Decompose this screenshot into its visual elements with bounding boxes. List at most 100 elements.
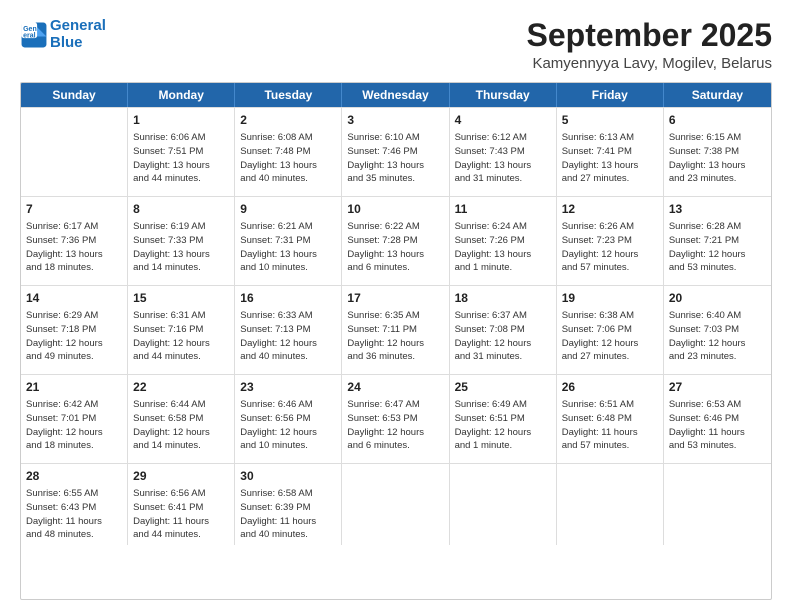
page: Gen eral General Blue September 2025 Kam… xyxy=(0,0,792,612)
day-cell-9: 9Sunrise: 6:21 AMSunset: 7:31 PMDaylight… xyxy=(235,197,342,285)
day-cell-19: 19 Sunrise: 6:38 AMSunset: 7:06 PMDayligh… xyxy=(557,286,664,374)
day-cell-27: 27 Sunrise: 6:53 AMSunset: 6:46 PMDayligh… xyxy=(664,375,771,463)
day-cell-15: 15 Sunrise: 6:31 AMSunset: 7:16 PMDayligh… xyxy=(128,286,235,374)
day-number: 11 xyxy=(455,201,551,218)
day-number: 29 xyxy=(133,468,229,485)
day-cell-16: 16 Sunrise: 6:33 AMSunset: 7:13 PMDayligh… xyxy=(235,286,342,374)
day-cell-3: 3 Sunrise: 6:10 AMSunset: 7:46 PMDaylight… xyxy=(342,108,449,196)
location-title: Kamyennyya Lavy, Mogilev, Belarus xyxy=(527,55,772,72)
day-number: 20 xyxy=(669,290,766,307)
day-number: 6 xyxy=(669,112,766,129)
day-cell-29: 29 Sunrise: 6:56 AMSunset: 6:41 PMDayligh… xyxy=(128,464,235,545)
day-number: 22 xyxy=(133,379,229,396)
cell-info: Sunrise: 6:15 AMSunset: 7:38 PMDaylight:… xyxy=(669,131,766,186)
cell-info: Sunrise: 6:56 AMSunset: 6:41 PMDaylight:… xyxy=(133,487,229,542)
day-cell-22: 22 Sunrise: 6:44 AMSunset: 6:58 PMDayligh… xyxy=(128,375,235,463)
day-number: 30 xyxy=(240,468,336,485)
cell-info: Sunrise: 6:10 AMSunset: 7:46 PMDaylight:… xyxy=(347,131,443,186)
empty-cell xyxy=(557,464,664,545)
day-cell-14: 14 Sunrise: 6:29 AMSunset: 7:18 PMDayligh… xyxy=(21,286,128,374)
cell-info: Sunrise: 6:35 AMSunset: 7:11 PMDaylight:… xyxy=(347,309,443,364)
title-block: September 2025 Kamyennyya Lavy, Mogilev,… xyxy=(527,18,772,72)
day-number: 18 xyxy=(455,290,551,307)
day-number: 28 xyxy=(26,468,122,485)
day-number: 8 xyxy=(133,201,229,218)
calendar: SundayMondayTuesdayWednesdayThursdayFrid… xyxy=(20,82,772,600)
day-number: 13 xyxy=(669,201,766,218)
cell-info: Sunrise: 6:06 AMSunset: 7:51 PMDaylight:… xyxy=(133,131,229,186)
day-cell-23: 23Sunrise: 6:46 AMSunset: 6:56 PMDayligh… xyxy=(235,375,342,463)
cell-info: Sunrise: 6:58 AMSunset: 6:39 PMDaylight:… xyxy=(240,487,336,542)
empty-cell xyxy=(664,464,771,545)
cell-info: Sunrise: 6:21 AMSunset: 7:31 PMDaylight:… xyxy=(240,220,336,275)
day-cell-13: 13 Sunrise: 6:28 AMSunset: 7:21 PMDayligh… xyxy=(664,197,771,285)
cell-info: Sunrise: 6:29 AMSunset: 7:18 PMDaylight:… xyxy=(26,309,122,364)
day-cell-5: 5 Sunrise: 6:13 AMSunset: 7:41 PMDaylight… xyxy=(557,108,664,196)
day-number: 1 xyxy=(133,112,229,129)
cell-info: Sunrise: 6:37 AMSunset: 7:08 PMDaylight:… xyxy=(455,309,551,364)
calendar-row-4: 21Sunrise: 6:42 AMSunset: 7:01 PMDayligh… xyxy=(21,374,771,463)
day-number: 3 xyxy=(347,112,443,129)
day-cell-12: 12 Sunrise: 6:26 AMSunset: 7:23 PMDayligh… xyxy=(557,197,664,285)
day-number: 17 xyxy=(347,290,443,307)
calendar-body: 1 Sunrise: 6:06 AMSunset: 7:51 PMDaylight… xyxy=(21,107,771,545)
day-cell-17: 17 Sunrise: 6:35 AMSunset: 7:11 PMDayligh… xyxy=(342,286,449,374)
logo: Gen eral General Blue xyxy=(20,18,106,51)
day-cell-18: 18 Sunrise: 6:37 AMSunset: 7:08 PMDayligh… xyxy=(450,286,557,374)
empty-cell xyxy=(342,464,449,545)
cell-info: Sunrise: 6:51 AMSunset: 6:48 PMDaylight:… xyxy=(562,398,658,453)
day-cell-6: 6 Sunrise: 6:15 AMSunset: 7:38 PMDaylight… xyxy=(664,108,771,196)
cell-info: Sunrise: 6:31 AMSunset: 7:16 PMDaylight:… xyxy=(133,309,229,364)
cell-info: Sunrise: 6:28 AMSunset: 7:21 PMDaylight:… xyxy=(669,220,766,275)
weekday-header-friday: Friday xyxy=(557,83,664,107)
day-number: 27 xyxy=(669,379,766,396)
cell-info: Sunrise: 6:40 AMSunset: 7:03 PMDaylight:… xyxy=(669,309,766,364)
calendar-header: SundayMondayTuesdayWednesdayThursdayFrid… xyxy=(21,83,771,107)
cell-info: Sunrise: 6:12 AMSunset: 7:43 PMDaylight:… xyxy=(455,131,551,186)
day-number: 14 xyxy=(26,290,122,307)
day-cell-24: 24 Sunrise: 6:47 AMSunset: 6:53 PMDayligh… xyxy=(342,375,449,463)
day-number: 10 xyxy=(347,201,443,218)
weekday-header-tuesday: Tuesday xyxy=(235,83,342,107)
day-cell-4: 4 Sunrise: 6:12 AMSunset: 7:43 PMDaylight… xyxy=(450,108,557,196)
cell-info: Sunrise: 6:53 AMSunset: 6:46 PMDaylight:… xyxy=(669,398,766,453)
cell-info: Sunrise: 6:47 AMSunset: 6:53 PMDaylight:… xyxy=(347,398,443,453)
weekday-header-wednesday: Wednesday xyxy=(342,83,449,107)
day-number: 7 xyxy=(26,201,122,218)
logo-text-block: General Blue xyxy=(50,18,106,51)
cell-info: Sunrise: 6:26 AMSunset: 7:23 PMDaylight:… xyxy=(562,220,658,275)
cell-info: Sunrise: 6:33 AMSunset: 7:13 PMDaylight:… xyxy=(240,309,336,364)
day-number: 12 xyxy=(562,201,658,218)
day-cell-11: 11 Sunrise: 6:24 AMSunset: 7:26 PMDayligh… xyxy=(450,197,557,285)
cell-info: Sunrise: 6:38 AMSunset: 7:06 PMDaylight:… xyxy=(562,309,658,364)
empty-cell xyxy=(450,464,557,545)
day-cell-2: 2 Sunrise: 6:08 AMSunset: 7:48 PMDaylight… xyxy=(235,108,342,196)
day-number: 2 xyxy=(240,112,336,129)
cell-info: Sunrise: 6:17 AMSunset: 7:36 PMDaylight:… xyxy=(26,220,122,275)
day-number: 15 xyxy=(133,290,229,307)
logo-icon: Gen eral xyxy=(20,21,48,49)
day-number: 4 xyxy=(455,112,551,129)
day-cell-10: 10 Sunrise: 6:22 AMSunset: 7:28 PMDayligh… xyxy=(342,197,449,285)
day-number: 24 xyxy=(347,379,443,396)
logo-line2: Blue xyxy=(50,35,106,52)
cell-info: Sunrise: 6:44 AMSunset: 6:58 PMDaylight:… xyxy=(133,398,229,453)
logo-line1: General xyxy=(50,18,106,35)
cell-info: Sunrise: 6:55 AMSunset: 6:43 PMDaylight:… xyxy=(26,487,122,542)
cell-info: Sunrise: 6:19 AMSunset: 7:33 PMDaylight:… xyxy=(133,220,229,275)
day-cell-7: 7 Sunrise: 6:17 AMSunset: 7:36 PMDaylight… xyxy=(21,197,128,285)
empty-cell xyxy=(21,108,128,196)
cell-info: Sunrise: 6:42 AMSunset: 7:01 PMDaylight:… xyxy=(26,398,122,453)
day-number: 5 xyxy=(562,112,658,129)
cell-info: Sunrise: 6:13 AMSunset: 7:41 PMDaylight:… xyxy=(562,131,658,186)
weekday-header-monday: Monday xyxy=(128,83,235,107)
day-number: 19 xyxy=(562,290,658,307)
cell-info: Sunrise: 6:08 AMSunset: 7:48 PMDaylight:… xyxy=(240,131,336,186)
cell-info: Sunrise: 6:22 AMSunset: 7:28 PMDaylight:… xyxy=(347,220,443,275)
day-number: 16 xyxy=(240,290,336,307)
weekday-header-sunday: Sunday xyxy=(21,83,128,107)
calendar-row-3: 14 Sunrise: 6:29 AMSunset: 7:18 PMDayligh… xyxy=(21,285,771,374)
day-cell-20: 20 Sunrise: 6:40 AMSunset: 7:03 PMDayligh… xyxy=(664,286,771,374)
cell-info: Sunrise: 6:24 AMSunset: 7:26 PMDaylight:… xyxy=(455,220,551,275)
day-cell-8: 8 Sunrise: 6:19 AMSunset: 7:33 PMDaylight… xyxy=(128,197,235,285)
